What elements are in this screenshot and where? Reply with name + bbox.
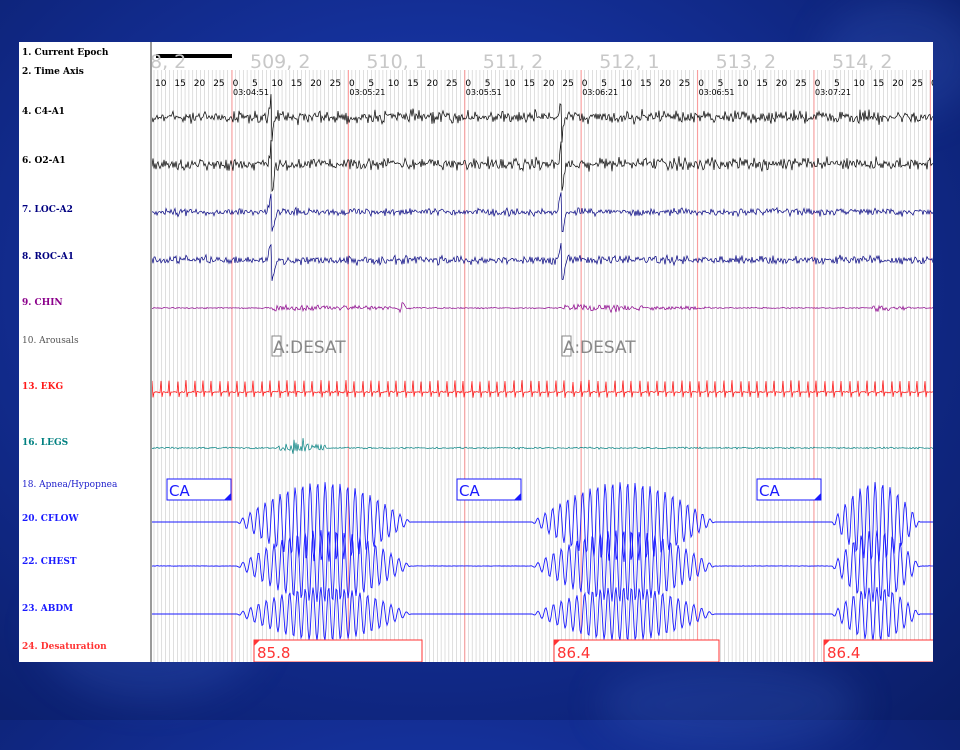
desat-event[interactable]: 86.4: [553, 639, 720, 662]
channel-label-apnea-hypopnea[interactable]: 18. Apnea/Hypopnea: [22, 480, 117, 490]
time-tick-label: 20: [543, 79, 555, 89]
apnea-event[interactable]: CA: [166, 478, 232, 501]
time-tick-label: 20: [194, 79, 206, 89]
clock-time-label: 03:07:21: [815, 88, 851, 97]
time-tick-label: 15: [407, 79, 418, 89]
time-tick-label: 15: [640, 79, 651, 89]
channel-label-time-axis[interactable]: 2. Time Axis: [22, 67, 84, 77]
apnea-event[interactable]: CA: [756, 478, 822, 501]
channel-label-panel: 1. Current Epoch 2. Time Axis 4. C4-A1 6…: [19, 42, 152, 662]
time-tick-label: 10: [271, 79, 283, 89]
epoch-number-label[interactable]: 509, 2: [250, 51, 310, 73]
psg-viewer: 1. Current Epoch 2. Time Axis 4. C4-A1 6…: [19, 42, 933, 662]
epoch-number-label[interactable]: 511, 2: [483, 51, 543, 73]
channel-label-loca2[interactable]: 7. LOC-A2: [22, 205, 73, 215]
desat-event-value: 86.4: [827, 644, 860, 662]
time-tick-label: 20: [659, 79, 671, 89]
trace-area[interactable]: 8, 2 509, 2 510, 1 511, 2 512, 1 513, 2 514, 2…: [152, 42, 933, 662]
epoch-number-label[interactable]: 510, 1: [366, 51, 426, 73]
channel-label-current-epoch[interactable]: 1. Current Epoch: [22, 48, 108, 58]
channel-label-abdm[interactable]: 23. ABDM: [22, 604, 73, 614]
signal-traces: [152, 94, 933, 641]
desat-event-value: 85.8: [257, 644, 290, 662]
time-tick-label: 10: [737, 79, 749, 89]
time-tick-label: 10: [155, 79, 167, 89]
trace-ekg: [152, 379, 933, 398]
time-tick-label: 15: [756, 79, 767, 89]
time-tick-label: 15: [524, 79, 535, 89]
trace-roca1: [152, 242, 933, 281]
channel-label-desaturation[interactable]: 24. Desaturation: [22, 642, 107, 652]
trace-legs: [152, 438, 933, 454]
epoch-number-label[interactable]: 513, 2: [716, 51, 776, 73]
time-tick-label: 10: [388, 79, 400, 89]
time-tick-label: 10: [504, 79, 516, 89]
time-tick-label: 25: [446, 79, 457, 89]
channel-label-arousals[interactable]: 10. Arousals: [22, 336, 79, 346]
channel-label-ekg[interactable]: 13. EKG: [22, 382, 63, 392]
time-tick-label: 20: [310, 79, 322, 89]
trace-o2a1: [152, 140, 933, 193]
apnea-event[interactable]: CA: [456, 478, 522, 501]
clock-time-label: 03:05:51: [466, 88, 502, 97]
channel-label-o2a1[interactable]: 6. O2-A1: [22, 156, 66, 166]
channel-label-chin[interactable]: 9. CHIN: [22, 298, 63, 308]
apnea-event-label: CA: [169, 482, 190, 500]
apnea-event-label: CA: [759, 482, 780, 500]
time-tick-label: 10: [853, 79, 865, 89]
time-axis-ticks: 10 15 20 25 0 5 10 15 20 25 0 5 10 15 20 25 0 5 10 15 20 25 0 5…: [155, 79, 933, 97]
desat-event[interactable]: 86.4: [823, 639, 933, 662]
arousal-event[interactable]: A:DESAT: [271, 335, 346, 358]
time-tick-label: 15: [291, 79, 302, 89]
apnea-event-label: CA: [459, 482, 480, 500]
time-tick-label: 25: [912, 79, 923, 89]
time-tick-label: 10: [621, 79, 633, 89]
clock-time-label: 03:05:21: [349, 88, 385, 97]
channel-label-roca1[interactable]: 8. ROC-A1: [22, 252, 74, 262]
channel-label-cflow[interactable]: 20. CFLOW: [22, 514, 79, 524]
channel-label-legs[interactable]: 16. LEGS: [22, 438, 68, 448]
trace-loca2: [152, 192, 933, 233]
time-tick-label: 15: [873, 79, 884, 89]
clock-time-label: 03:04:51: [233, 88, 269, 97]
arousal-event-label: A:DESAT: [563, 338, 636, 358]
desat-event-value: 86.4: [557, 644, 590, 662]
time-tick-label: 20: [892, 79, 904, 89]
clock-time-label: 03:06:51: [699, 88, 735, 97]
time-tick-label: 25: [562, 79, 573, 89]
arousal-event[interactable]: A:DESAT: [561, 335, 636, 358]
epoch-header: 8, 2 509, 2 510, 1 511, 2 512, 1 513, 2 514, 2: [152, 51, 892, 73]
time-tick-label: 0: [931, 79, 933, 89]
epoch-number-label[interactable]: 512, 1: [599, 51, 659, 73]
trace-abdm: [152, 587, 933, 641]
time-tick-label: 25: [213, 79, 224, 89]
time-tick-label: 20: [776, 79, 788, 89]
time-tick-label: 25: [330, 79, 341, 89]
trace-chin: [152, 302, 933, 314]
channel-label-chest[interactable]: 22. CHEST: [22, 557, 77, 567]
channel-label-c4a1[interactable]: 4. C4-A1: [22, 107, 65, 117]
desat-event[interactable]: 85.8: [253, 639, 423, 662]
epoch-label-partial: 8, 2: [152, 51, 186, 73]
epoch-number-label[interactable]: 514, 2: [832, 51, 892, 73]
epoch-boundaries: [231, 70, 931, 662]
time-tick-label: 20: [427, 79, 439, 89]
arousal-event-label: A:DESAT: [273, 338, 346, 358]
trace-c4a1: [152, 94, 933, 143]
time-tick-label: 15: [174, 79, 185, 89]
time-tick-label: 25: [679, 79, 690, 89]
time-tick-label: 25: [795, 79, 806, 89]
clock-time-label: 03:06:21: [582, 88, 618, 97]
